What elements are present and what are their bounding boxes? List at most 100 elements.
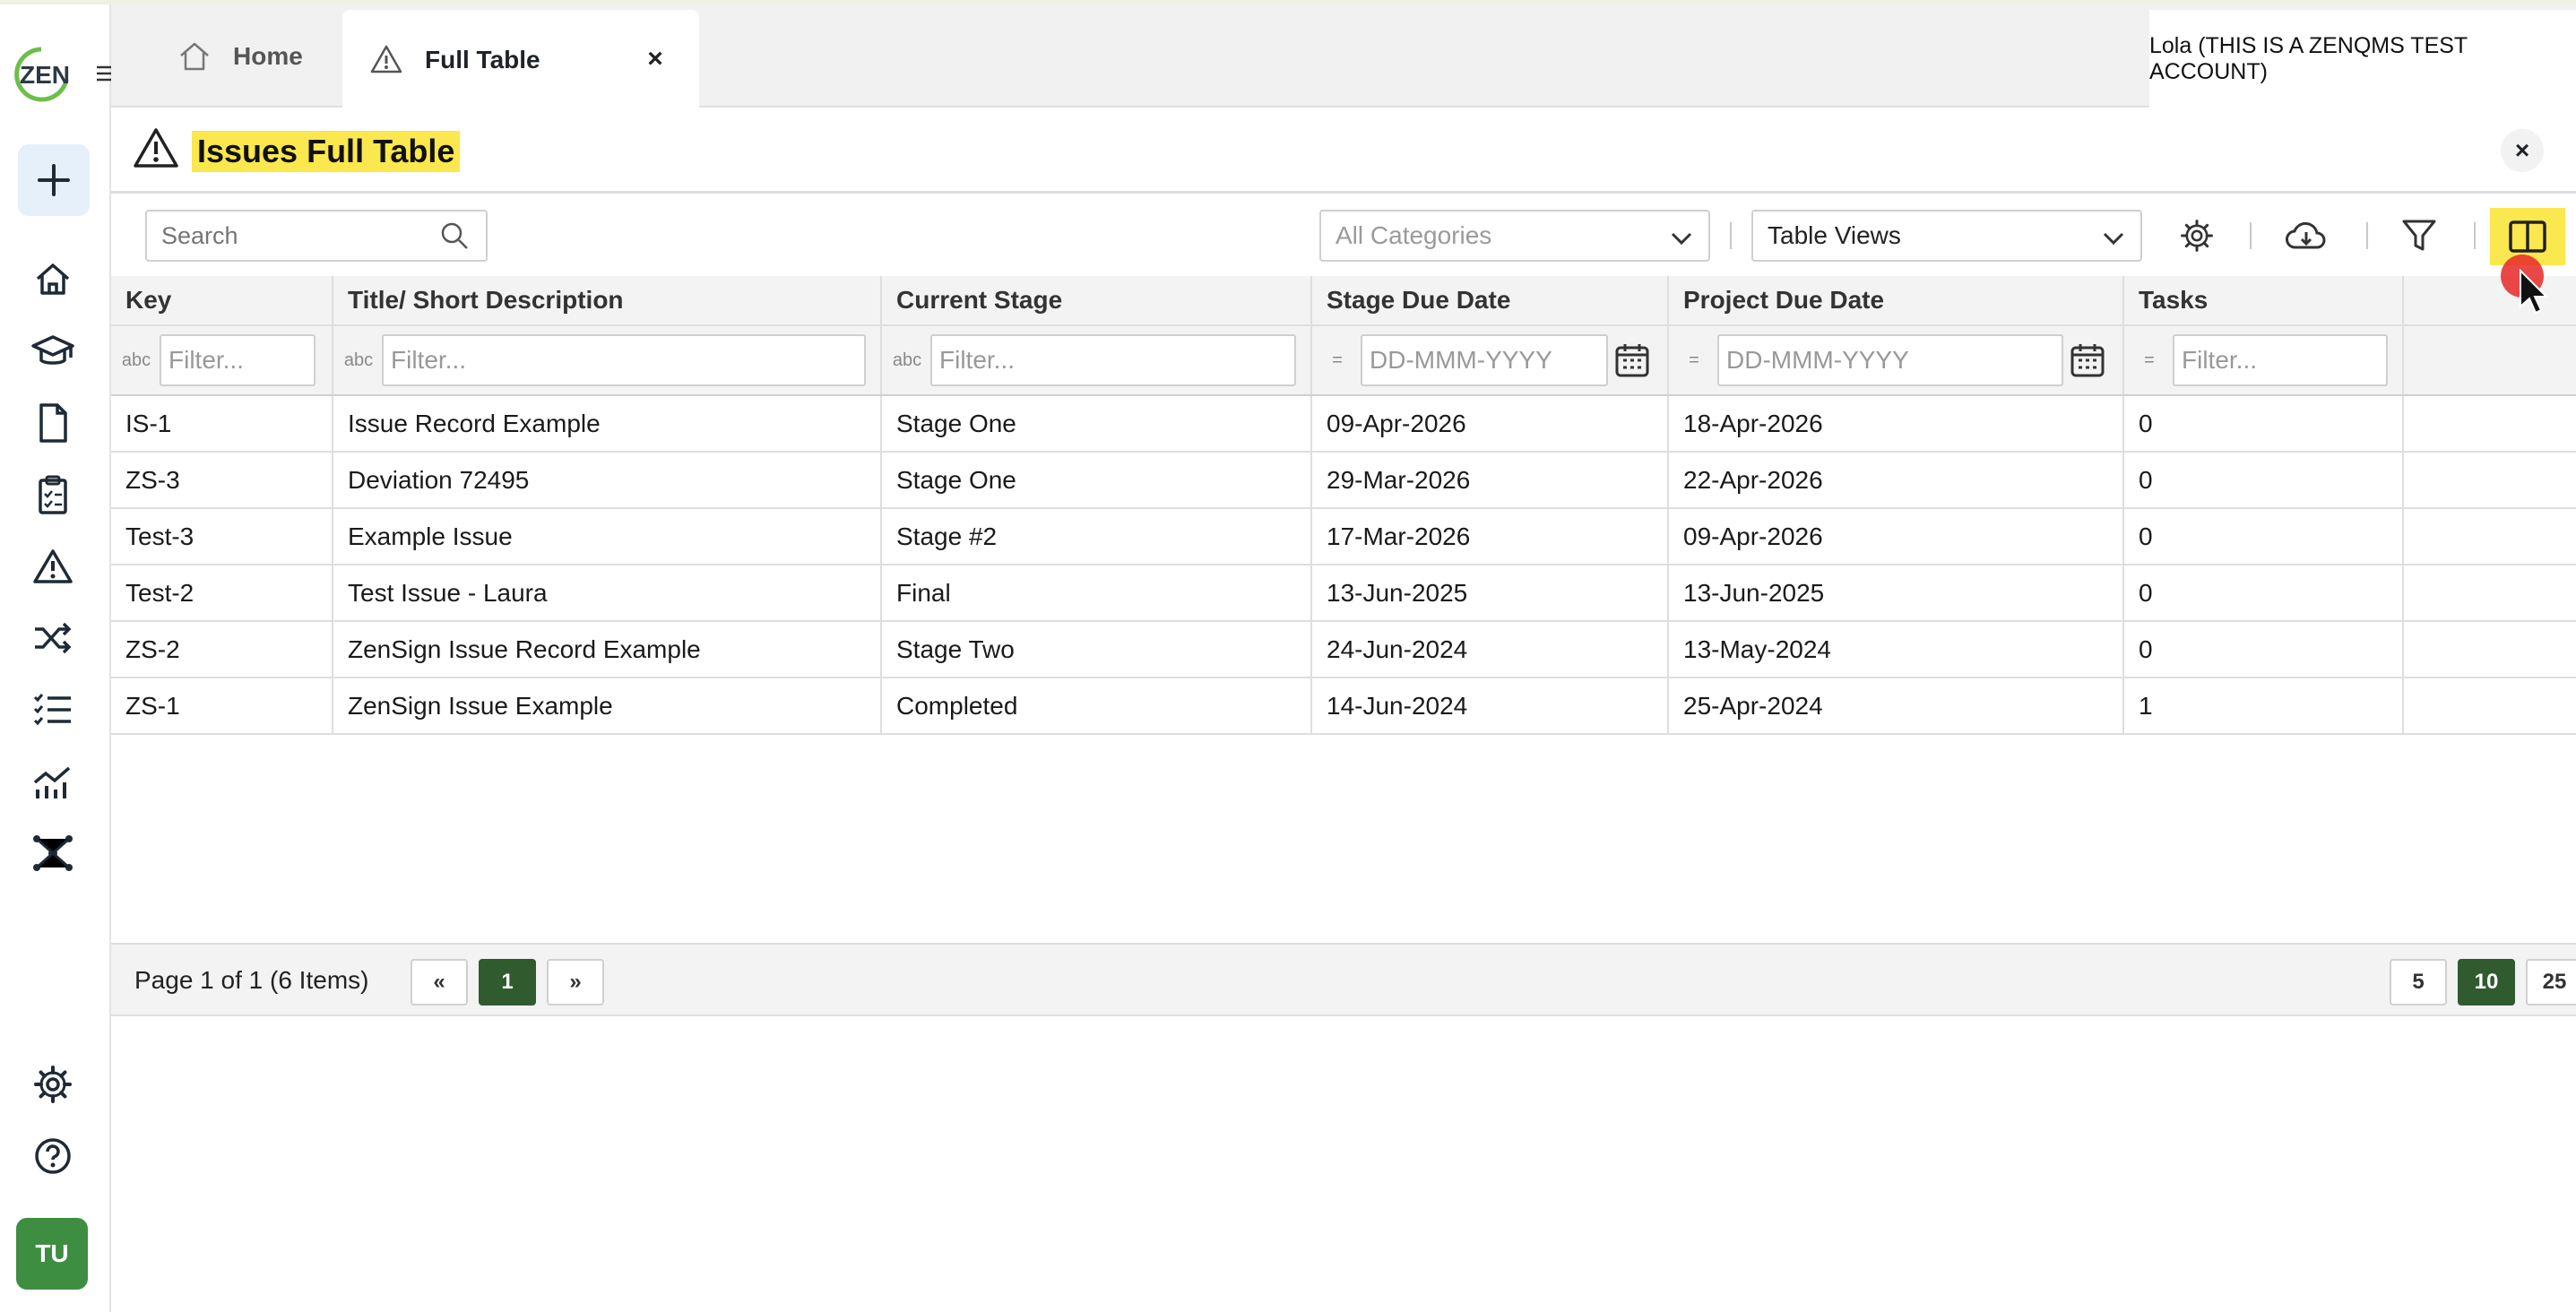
nav-training[interactable] (25, 324, 81, 379)
table-empty-area (111, 735, 2576, 945)
calendar-icon[interactable] (1613, 341, 1651, 379)
cell-title: Test Issue - Laura (333, 565, 882, 620)
cell-tasks[interactable]: 1 (2124, 678, 2404, 733)
nav-home[interactable] (25, 252, 81, 307)
nav-help[interactable] (25, 1128, 81, 1184)
page-header: Issues Full Table × (111, 108, 2576, 194)
cell-spacer (2404, 622, 2576, 677)
text-filter-icon[interactable]: abc (342, 347, 375, 374)
page-size-25-button[interactable]: 25 (2526, 959, 2576, 1006)
prev-page-button[interactable]: « (411, 959, 468, 1006)
page-size-5-button[interactable]: 5 (2390, 959, 2447, 1006)
filter-input-stage-due[interactable]: DD-MMM-YYYY (1361, 334, 1608, 386)
cell-tasks[interactable]: 0 (2124, 622, 2404, 677)
filter-input-stage[interactable]: Filter... (930, 334, 1296, 386)
table-header-row: Key Title/ Short Description Current Sta… (111, 276, 2576, 326)
categories-select[interactable]: All Categories (1319, 210, 1710, 262)
account-name[interactable]: Lola (THIS IS A ZENQMS TEST ACCOUNT) (2149, 10, 2576, 108)
nav-issues[interactable] (25, 539, 81, 594)
cell-stage-due: 17-Mar-2026 (1312, 509, 1669, 564)
filter-icon (2402, 220, 2436, 251)
plus-icon (38, 164, 70, 196)
table-row[interactable]: Test-3 Example Issue Stage #2 17-Mar-2026 09… (111, 509, 2576, 565)
column-header-tasks[interactable]: Tasks (2124, 276, 2404, 324)
cell-tasks[interactable]: 0 (2124, 396, 2404, 451)
help-icon (35, 1138, 71, 1174)
nav-analytics[interactable] (25, 754, 81, 809)
toolbar-divider (1730, 222, 1732, 249)
filter-cell-project-due: = DD-MMM-YYYY (1669, 326, 2124, 394)
cell-stage: Stage #2 (882, 509, 1312, 564)
mouse-pointer-icon (2520, 269, 2549, 315)
tab-full-table[interactable]: Full Table × (342, 10, 699, 109)
checklist-icon (33, 694, 71, 726)
table-row[interactable]: Test-2 Test Issue - Laura Final 13-Jun-2025… (111, 565, 2576, 622)
text-filter-icon[interactable]: abc (120, 347, 152, 374)
cell-tasks[interactable]: 0 (2124, 565, 2404, 620)
page-size-10-button[interactable]: 10 (2458, 959, 2515, 1006)
tab-bar: Home Full Table × Lola (THIS IS A ZENQMS… (111, 4, 2576, 109)
cell-key[interactable]: ZS-1 (111, 678, 333, 733)
cell-stage: Stage One (882, 453, 1312, 507)
cell-stage: Completed (882, 678, 1312, 733)
cell-tasks[interactable]: 0 (2124, 509, 2404, 564)
filter-input-tasks[interactable]: Filter... (2173, 334, 2388, 386)
cell-project-due: 25-Apr-2024 (1669, 678, 2124, 733)
column-header-project-due[interactable]: Project Due Date (1669, 276, 2124, 324)
tab-close-button[interactable]: × (638, 42, 672, 76)
download-button[interactable] (2280, 210, 2332, 262)
column-header-stage-due[interactable]: Stage Due Date (1312, 276, 1669, 324)
filter-input-key[interactable]: Filter... (160, 334, 316, 386)
nav-network[interactable] (25, 825, 81, 881)
column-header-title[interactable]: Title/ Short Description (333, 276, 882, 324)
column-header-stage[interactable]: Current Stage (882, 276, 1312, 324)
calendar-icon[interactable] (2069, 341, 2106, 379)
cell-stage-due: 29-Mar-2026 (1312, 453, 1669, 507)
nav-tasks[interactable] (25, 682, 81, 738)
tab-home-label: Home (233, 41, 303, 70)
nav-change-control[interactable] (25, 610, 81, 666)
text-filter-icon[interactable]: abc (891, 347, 923, 374)
warning-icon (33, 549, 73, 583)
table-views-select[interactable]: Table Views (1751, 210, 2142, 262)
equals-filter-icon[interactable]: = (1321, 347, 1353, 374)
home-icon (36, 263, 70, 295)
filter-row: abc Filter... abc Filter... abc Filter..… (111, 326, 2576, 396)
filter-input-project-due[interactable]: DD-MMM-YYYY (1717, 334, 2063, 386)
table-row[interactable]: ZS-1 ZenSign Issue Example Completed 14-Jun… (111, 678, 2576, 735)
user-avatar[interactable]: TU (16, 1218, 88, 1290)
equals-filter-icon[interactable]: = (2133, 347, 2165, 374)
filter-cell-stage-due: = DD-MMM-YYYY (1312, 326, 1669, 394)
cell-key[interactable]: Test-2 (111, 565, 333, 620)
search-input[interactable] (145, 210, 488, 262)
nav-settings[interactable] (25, 1057, 81, 1112)
table-row[interactable]: ZS-3 Deviation 72495 Stage One 29-Mar-2026 2… (111, 453, 2576, 509)
filter-input-title[interactable]: Filter... (382, 334, 866, 386)
next-page-button[interactable]: » (547, 959, 604, 1006)
cell-tasks[interactable]: 0 (2124, 453, 2404, 507)
search-icon[interactable] (439, 220, 470, 251)
tab-home[interactable]: Home (177, 4, 303, 108)
column-header-key[interactable]: Key (111, 276, 333, 324)
cell-spacer (2404, 678, 2576, 733)
nav-documents[interactable] (25, 395, 81, 451)
columns-icon (2509, 220, 2546, 253)
cell-key[interactable]: IS-1 (111, 396, 333, 451)
page-1-button[interactable]: 1 (479, 959, 536, 1006)
filter-button[interactable] (2393, 210, 2445, 262)
cell-key[interactable]: ZS-3 (111, 453, 333, 507)
table-row[interactable]: IS-1 Issue Record Example Stage One 09-Apr-… (111, 396, 2576, 453)
table-row[interactable]: ZS-2 ZenSign Issue Record Example Stage Tw… (111, 622, 2576, 678)
table-views-select-value: Table Views (1768, 221, 1901, 249)
table-settings-button[interactable] (2171, 210, 2223, 262)
equals-filter-icon[interactable]: = (1678, 347, 1710, 374)
cell-key[interactable]: ZS-2 (111, 622, 333, 677)
cloud-download-icon (2286, 221, 2326, 249)
page-info: Page 1 of 1 (6 Items) (134, 966, 369, 994)
cell-key[interactable]: Test-3 (111, 509, 333, 564)
add-button[interactable] (18, 144, 90, 216)
nav-audits[interactable] (25, 467, 81, 522)
filter-cell-title: abc Filter... (333, 326, 882, 394)
close-page-button[interactable]: × (2501, 129, 2544, 172)
zen-logo[interactable]: ZEN (7, 44, 75, 103)
